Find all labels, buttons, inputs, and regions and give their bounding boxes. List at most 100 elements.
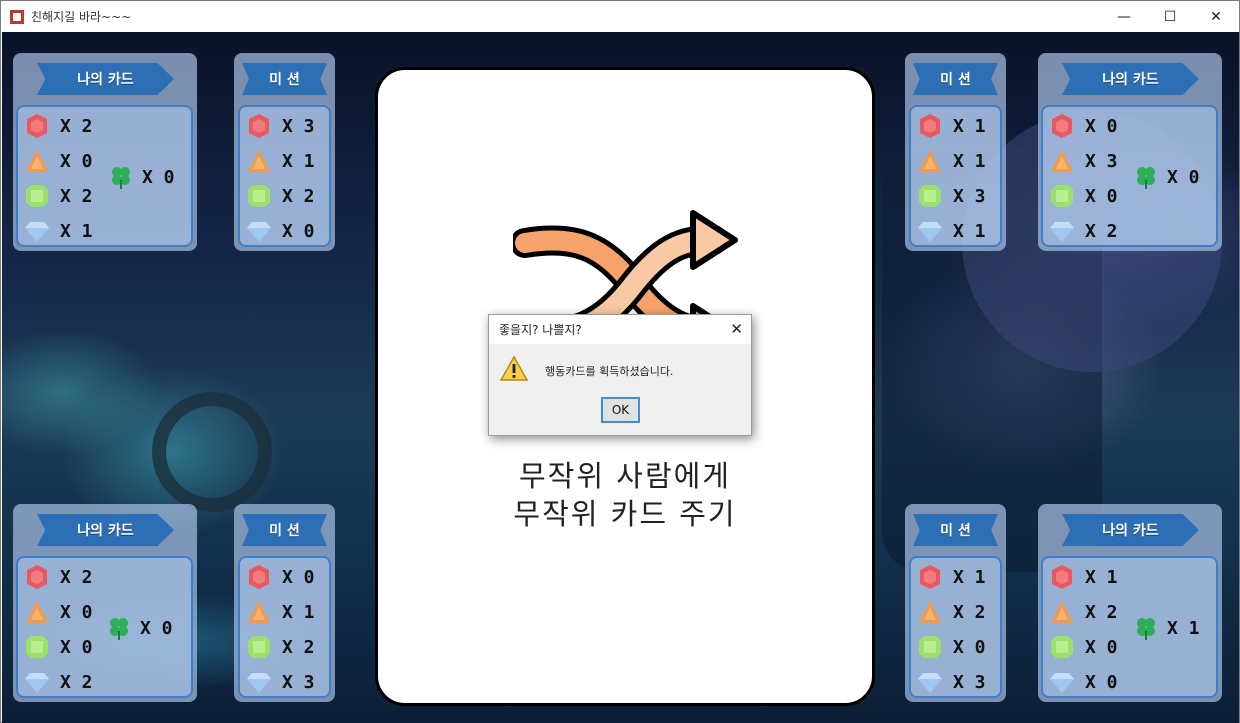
orange-triangle-icon (917, 599, 943, 625)
mission-box: X 1 X 1 X 3 X 1 (909, 105, 1002, 247)
mission-orange-count: X 2 (953, 601, 986, 623)
orange-gem-count: X 0 (60, 150, 93, 172)
my-cards-box: X 2 X 0 X 2 X 1 X 0 (16, 105, 193, 247)
orange-triangle-icon (1049, 599, 1075, 625)
red-gem-icon (1049, 564, 1075, 590)
title-bar: 친해지길 바라~~~ — ☐ ✕ (1, 1, 1239, 32)
clover-icon (1133, 615, 1159, 641)
ok-button[interactable]: OK (601, 397, 640, 423)
green-gem-count: X 0 (60, 636, 93, 658)
blue-gem-count: X 1 (60, 220, 93, 242)
my-cards-panel-bottom-left: 나의 카드 X 2 X 0 X 0 X 2 X 0 (13, 504, 197, 702)
red-gem-icon (24, 564, 50, 590)
mission-banner: 미 션 (913, 514, 998, 546)
blue-diamond-icon (917, 218, 943, 244)
orange-gem-count: X 2 (1085, 601, 1118, 623)
green-gem-icon (917, 183, 943, 209)
red-gem-count: X 0 (1085, 115, 1118, 137)
red-gem-count: X 2 (60, 115, 93, 137)
mission-red-count: X 1 (953, 115, 986, 137)
dialog-close-button[interactable]: ✕ (730, 320, 743, 338)
red-gem-icon (917, 564, 943, 590)
my-cards-banner: 나의 카드 (1062, 63, 1199, 95)
mission-orange-count: X 1 (282, 601, 315, 623)
blue-diamond-icon (246, 669, 272, 695)
red-gem-icon (24, 113, 50, 139)
maximize-button[interactable]: ☐ (1147, 1, 1193, 32)
orange-triangle-icon (246, 599, 272, 625)
mission-red-count: X 0 (282, 566, 315, 588)
blue-diamond-icon (917, 669, 943, 695)
my-cards-panel-top-right: 나의 카드 X 0 X 3 X 0 X 2 X 0 (1038, 53, 1222, 251)
card-text-line2: 무작위 카드 주기 (513, 497, 737, 531)
orange-triangle-icon (917, 148, 943, 174)
close-window-button[interactable]: ✕ (1193, 1, 1239, 32)
mission-banner: 미 션 (242, 63, 327, 95)
clover-count: X 0 (142, 166, 175, 188)
mission-green-count: X 3 (953, 185, 986, 207)
green-gem-icon (1049, 183, 1075, 209)
blue-gem-count: X 2 (1085, 220, 1118, 242)
dialog-message: 행동카드를 획득하셨습니다. (545, 365, 674, 378)
green-gem-count: X 2 (60, 185, 93, 207)
my-cards-banner: 나의 카드 (37, 63, 174, 95)
mission-box: X 1 X 2 X 0 X 3 (909, 556, 1002, 698)
blue-diamond-icon (24, 218, 50, 244)
mission-red-count: X 3 (282, 115, 315, 137)
orange-triangle-icon (246, 148, 272, 174)
mission-box: X 3 X 1 X 2 X 0 (238, 105, 331, 247)
blue-diamond-icon (1049, 669, 1075, 695)
mission-banner: 미 션 (242, 514, 327, 546)
mission-green-count: X 2 (282, 185, 315, 207)
blue-diamond-icon (246, 218, 272, 244)
mission-panel-top-left: 미 션 X 3 X 1 X 2 X 0 (234, 53, 335, 251)
my-cards-banner: 나의 카드 (37, 514, 174, 546)
green-gem-count: X 0 (1085, 636, 1118, 658)
my-cards-panel-top-left: 나의 카드 X 2 X 0 X 2 X 1 X 0 (13, 53, 197, 251)
mission-green-count: X 0 (953, 636, 986, 658)
red-gem-icon (246, 113, 272, 139)
mission-green-count: X 2 (282, 636, 315, 658)
clover-count: X 0 (1167, 166, 1200, 188)
red-gem-icon (246, 564, 272, 590)
my-cards-box: X 1 X 2 X 0 X 0 X 1 (1041, 556, 1218, 698)
blue-gem-count: X 2 (60, 671, 93, 693)
mission-banner: 미 션 (913, 63, 998, 95)
dialog-title: 좋을지? 나쁠지? (489, 315, 751, 344)
mission-panel-bottom-left: 미 션 X 0 X 1 X 2 X 3 (234, 504, 335, 702)
mission-box: X 0 X 1 X 2 X 3 (238, 556, 331, 698)
clover-icon (1133, 164, 1159, 190)
my-cards-panel-bottom-right: 나의 카드 X 1 X 2 X 0 X 0 X 1 (1038, 504, 1222, 702)
warning-icon (500, 355, 528, 381)
my-cards-box: X 2 X 0 X 0 X 2 X 0 (16, 556, 193, 698)
mission-red-count: X 1 (953, 566, 986, 588)
clover-icon (108, 164, 134, 190)
orange-triangle-icon (24, 599, 50, 625)
green-gem-icon (24, 183, 50, 209)
orange-gem-count: X 0 (60, 601, 93, 623)
green-gem-icon (1049, 634, 1075, 660)
mission-blue-count: X 3 (282, 671, 315, 693)
red-gem-count: X 2 (60, 566, 93, 588)
orange-triangle-icon (1049, 148, 1075, 174)
clover-icon (106, 615, 132, 641)
background-vine-arch (152, 392, 272, 512)
mission-blue-count: X 3 (953, 671, 986, 693)
green-gem-icon (246, 183, 272, 209)
red-gem-icon (1049, 113, 1075, 139)
blue-diamond-icon (1049, 218, 1075, 244)
green-gem-icon (246, 634, 272, 660)
orange-triangle-icon (24, 148, 50, 174)
blue-gem-count: X 0 (1085, 671, 1118, 693)
message-dialog: 좋을지? 나쁠지? ✕ 행동카드를 획득하셨습니다. OK (488, 314, 752, 436)
mission-panel-bottom-right: 미 션 X 1 X 2 X 0 X 3 (905, 504, 1006, 702)
mission-blue-count: X 1 (953, 220, 986, 242)
green-gem-count: X 0 (1085, 185, 1118, 207)
java-app-icon (9, 9, 25, 25)
clover-count: X 0 (140, 617, 173, 639)
orange-gem-count: X 3 (1085, 150, 1118, 172)
mission-orange-count: X 1 (953, 150, 986, 172)
minimize-button[interactable]: — (1101, 1, 1147, 32)
window-title: 친해지길 바라~~~ (31, 10, 132, 24)
game-window: 친해지길 바라~~~ — ☐ ✕ 나의 카드 X 2 X 0 X 2 X 1 X… (0, 0, 1240, 723)
